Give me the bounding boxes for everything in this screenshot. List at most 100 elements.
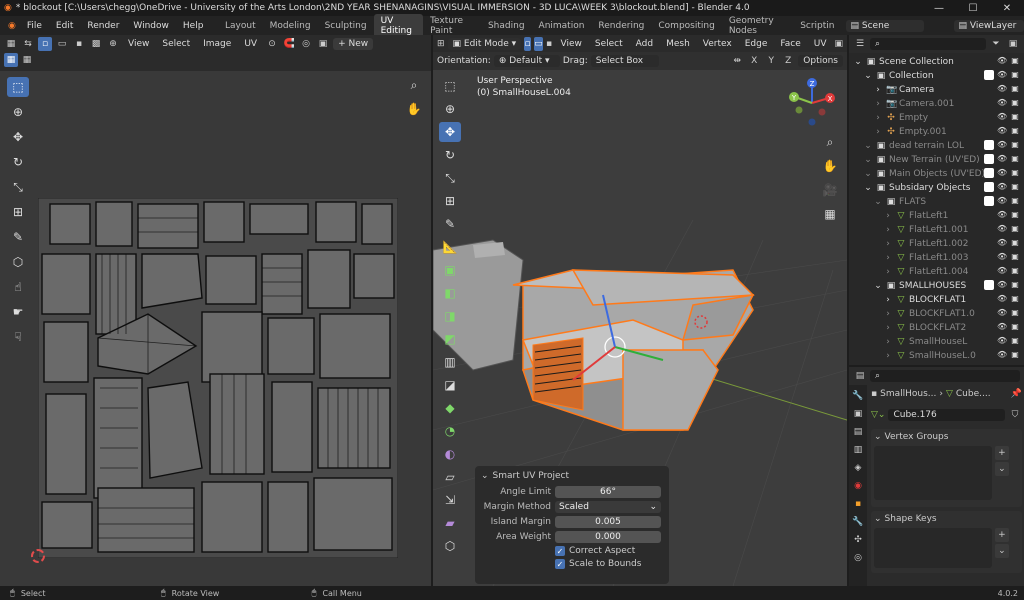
view-layer-tab-icon[interactable]: ▥ xyxy=(851,443,865,457)
vertex-mode-icon[interactable]: ▫ xyxy=(524,36,532,51)
tab-compositing[interactable]: Compositing xyxy=(651,19,721,33)
vp-tool-inset-icon[interactable]: ◨ xyxy=(439,306,461,326)
face-select-icon[interactable]: ▪ xyxy=(72,37,86,51)
select-box-icon[interactable]: ▦ xyxy=(4,53,18,67)
expand-arrow-icon[interactable]: › xyxy=(883,309,893,319)
pivot-icon[interactable]: ⊙ xyxy=(265,37,279,51)
outliner-row[interactable]: › ▽ FlatLeft1.002 👁 ▣ xyxy=(849,237,1024,251)
vp-camera-icon[interactable]: 🎥 xyxy=(819,180,841,200)
expand-arrow-icon[interactable]: › xyxy=(873,99,883,109)
visibility-eye-icon[interactable]: 👁 xyxy=(997,210,1007,220)
visibility-eye-icon[interactable]: 👁 xyxy=(997,168,1007,178)
face-mode-icon[interactable]: ▪ xyxy=(546,37,553,51)
exclude-checkbox[interactable] xyxy=(984,196,994,206)
outliner-row[interactable]: ⌄ ▣ SMALLHOUSES 👁 ▣ xyxy=(849,279,1024,293)
margin-method-dropdown[interactable]: Scaled ⌄ xyxy=(555,501,661,513)
outliner-row[interactable]: › ▽ BLOCKFLAT2 👁 ▣ xyxy=(849,321,1024,335)
vp-menu-edge[interactable]: Edge xyxy=(740,39,773,49)
viewport-settings-icon[interactable]: ▣ xyxy=(834,37,843,51)
viewport-editor-type-icon[interactable]: ⊞ xyxy=(437,37,445,51)
outliner-row[interactable]: ⌄ ▣ Main Objects (UV'ED) 👁 ▣ xyxy=(849,167,1024,181)
render-toggle-icon[interactable]: ▣ xyxy=(1010,210,1020,220)
sticky-select-icon[interactable]: ⊕ xyxy=(106,37,120,51)
expand-arrow-icon[interactable]: ⌄ xyxy=(853,57,863,67)
exclude-checkbox[interactable] xyxy=(984,168,994,178)
mirror-y-toggle[interactable]: Y xyxy=(764,54,778,68)
exclude-checkbox[interactable] xyxy=(984,70,994,80)
outliner-row[interactable]: ⌄ ▣ Subsidary Objects 👁 ▣ xyxy=(849,181,1024,195)
render-toggle-icon[interactable]: ▣ xyxy=(1010,56,1020,66)
zoom-icon[interactable]: ⌕ xyxy=(403,75,425,95)
visibility-eye-icon[interactable]: 👁 xyxy=(997,196,1007,206)
expand-arrow-icon[interactable]: ⌄ xyxy=(873,281,883,291)
visibility-eye-icon[interactable]: 👁 xyxy=(997,322,1007,332)
expand-arrow-icon[interactable]: › xyxy=(883,239,893,249)
tab-layout[interactable]: Layout xyxy=(218,19,263,33)
tool-pinch-icon[interactable]: ☟ xyxy=(7,327,29,347)
expand-arrow-icon[interactable]: › xyxy=(883,253,893,263)
exclude-checkbox[interactable] xyxy=(984,280,994,290)
sync-selection-icon[interactable]: ⇆ xyxy=(21,37,35,51)
viewport-canvas[interactable]: ⬚ ⊕ ✥ ↻ ⤡ ⊞ ✎ 📐 ▣ ◧ ◨ ◩ ▥ ◪ ◆ ◔ ◐ ▱ ⇲ ▰ … xyxy=(433,70,847,586)
image-browse-icon[interactable]: ▣ xyxy=(316,37,330,51)
render-toggle-icon[interactable]: ▣ xyxy=(1010,308,1020,318)
vertex-groups-list[interactable] xyxy=(874,446,992,500)
maximize-button[interactable]: ☐ xyxy=(956,3,990,14)
render-toggle-icon[interactable]: ▣ xyxy=(1010,196,1020,206)
pan-hand-icon[interactable]: ✋ xyxy=(403,99,425,119)
outliner-row[interactable]: › ✣ Empty.001 👁 ▣ xyxy=(849,125,1024,139)
render-toggle-icon[interactable]: ▣ xyxy=(1010,350,1020,360)
exclude-checkbox[interactable] xyxy=(984,182,994,192)
collapse-icon[interactable]: ⌄ xyxy=(874,514,882,524)
outliner-row[interactable]: › 📷 Camera 👁 ▣ xyxy=(849,83,1024,97)
visibility-eye-icon[interactable]: 👁 xyxy=(997,112,1007,122)
tab-sculpting[interactable]: Sculpting xyxy=(318,19,374,33)
visibility-eye-icon[interactable]: 👁 xyxy=(997,308,1007,318)
close-button[interactable]: ✕ xyxy=(990,3,1024,14)
render-toggle-icon[interactable]: ▣ xyxy=(1010,84,1020,94)
visibility-eye-icon[interactable]: 👁 xyxy=(997,182,1007,192)
render-tab-icon[interactable]: ▣ xyxy=(851,407,865,421)
render-toggle-icon[interactable]: ▣ xyxy=(1010,238,1020,248)
tab-scripting[interactable]: Scriptin xyxy=(793,19,841,33)
render-toggle-icon[interactable]: ▣ xyxy=(1010,266,1020,276)
visibility-eye-icon[interactable]: 👁 xyxy=(997,294,1007,304)
expand-arrow-icon[interactable]: ⌄ xyxy=(863,169,873,179)
expand-arrow-icon[interactable]: › xyxy=(873,113,883,123)
expand-arrow-icon[interactable]: › xyxy=(883,337,893,347)
exclude-checkbox[interactable] xyxy=(984,140,994,150)
vp-tool-measure-icon[interactable]: 📐 xyxy=(439,237,461,257)
tab-modeling[interactable]: Modeling xyxy=(263,19,318,33)
vertex-select-icon[interactable]: ▫ xyxy=(38,37,52,51)
modifier-tab-icon[interactable]: 🔧 xyxy=(851,515,865,529)
area-weight-field[interactable]: 0.000 xyxy=(555,531,661,543)
vp-tool-bevel-icon[interactable]: ◩ xyxy=(439,329,461,349)
expand-arrow-icon[interactable]: › xyxy=(883,225,893,235)
tool-tab-icon[interactable]: 🔧 xyxy=(851,389,865,403)
group-menu-icon[interactable]: ⌄ xyxy=(994,462,1009,476)
tool-rip-icon[interactable]: ⬡ xyxy=(7,252,29,272)
tool-cursor-icon[interactable]: ⊕ xyxy=(7,102,29,122)
render-toggle-icon[interactable]: ▣ xyxy=(1010,280,1020,290)
render-toggle-icon[interactable]: ▣ xyxy=(1010,322,1020,332)
mirror-z-toggle[interactable]: Z xyxy=(781,54,795,68)
menu-file[interactable]: File xyxy=(20,21,49,31)
vp-tool-rotate-icon[interactable]: ↻ xyxy=(439,145,461,165)
options-dropdown[interactable]: Options xyxy=(798,55,843,67)
new-image-button[interactable]: + New xyxy=(333,38,374,50)
edge-select-icon[interactable]: ▭ xyxy=(55,37,69,51)
visibility-eye-icon[interactable]: 👁 xyxy=(997,224,1007,234)
vp-zoom-icon[interactable]: ⌕ xyxy=(819,132,841,152)
scene-selector[interactable]: ▤ Scene xyxy=(845,19,924,32)
vp-menu-face[interactable]: Face xyxy=(775,39,805,49)
vp-menu-uv[interactable]: UV xyxy=(809,39,832,49)
scene-tab-icon[interactable]: ◈ xyxy=(851,461,865,475)
render-toggle-icon[interactable]: ▣ xyxy=(1010,140,1020,150)
expand-arrow-icon[interactable]: ⌄ xyxy=(863,141,873,151)
vp-menu-select[interactable]: Select xyxy=(590,39,628,49)
outliner-search-input[interactable]: ⌕ xyxy=(870,38,986,50)
visibility-eye-icon[interactable]: 👁 xyxy=(997,84,1007,94)
tab-rendering[interactable]: Rendering xyxy=(591,19,651,33)
drag-dropdown[interactable]: Select Box xyxy=(590,55,659,67)
tool-annotate-icon[interactable]: ✎ xyxy=(7,227,29,247)
